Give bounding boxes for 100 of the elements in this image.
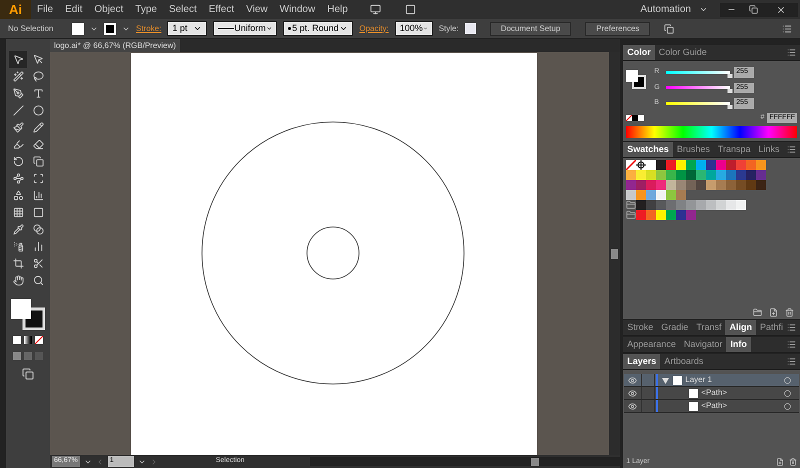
panel-tab[interactable]: Align bbox=[725, 320, 756, 335]
menu-item[interactable]: Object bbox=[88, 2, 130, 17]
vertical-scrollbar[interactable] bbox=[609, 52, 620, 455]
target-circle-icon[interactable] bbox=[784, 376, 791, 384]
document-tab[interactable]: logo.ai* @ 66,67% (RGB/Preview) bbox=[50, 39, 180, 52]
color-swatch[interactable] bbox=[736, 180, 746, 190]
color-swatch[interactable] bbox=[696, 170, 706, 180]
panel-tab[interactable]: Color bbox=[623, 45, 655, 60]
color-swatch[interactable] bbox=[716, 160, 726, 170]
color-swatch[interactable] bbox=[676, 200, 686, 210]
stroke-swatch[interactable] bbox=[104, 22, 116, 34]
stroke-weight-field[interactable]: 1 pt bbox=[167, 21, 208, 36]
panel-tab[interactable]: Gradie bbox=[657, 320, 692, 335]
color-swatch[interactable] bbox=[736, 200, 746, 210]
color-swatch[interactable] bbox=[716, 180, 726, 190]
layer-row[interactable]: Layer 1 bbox=[624, 374, 799, 387]
color-swatch[interactable] bbox=[666, 180, 676, 190]
color-swatch[interactable] bbox=[756, 160, 766, 170]
color-swatch[interactable] bbox=[646, 160, 656, 170]
new-layer-icon[interactable] bbox=[776, 458, 784, 466]
visibility-eye-icon[interactable] bbox=[628, 388, 638, 398]
registration-swatch[interactable] bbox=[636, 160, 646, 170]
fill-swatch[interactable] bbox=[72, 22, 84, 34]
target-circle-icon[interactable] bbox=[784, 390, 791, 396]
color-swatch[interactable] bbox=[626, 170, 636, 180]
color-swatch[interactable] bbox=[656, 190, 666, 200]
color-swatch[interactable] bbox=[636, 200, 646, 210]
target-circle-icon[interactable] bbox=[784, 402, 791, 410]
gradient-mode-button[interactable] bbox=[24, 336, 32, 344]
panel-menu-icon[interactable] bbox=[787, 357, 796, 366]
layer-row[interactable]: <Path> bbox=[624, 387, 799, 400]
color-swatch[interactable] bbox=[726, 160, 736, 170]
color-swatch[interactable] bbox=[686, 160, 696, 170]
color-swatch[interactable] bbox=[646, 200, 656, 210]
panel-menu-icon[interactable] bbox=[787, 323, 796, 332]
color-swatch[interactable] bbox=[696, 160, 706, 170]
color-swatch[interactable] bbox=[636, 180, 646, 190]
brush-dropdown[interactable]: 5 pt. Round bbox=[283, 21, 354, 36]
color-swatch[interactable] bbox=[676, 210, 686, 220]
opacity-field[interactable]: 100% bbox=[394, 21, 433, 36]
panel-tab[interactable]: Layers bbox=[623, 354, 660, 369]
panel-tab[interactable]: Swatches bbox=[623, 142, 673, 157]
color-swatch[interactable] bbox=[646, 180, 656, 190]
color-swatch[interactable] bbox=[686, 210, 696, 220]
menu-item[interactable]: Edit bbox=[59, 2, 88, 17]
color-swatch[interactable] bbox=[626, 180, 636, 190]
none-swatch[interactable] bbox=[626, 114, 632, 121]
layer-row[interactable]: <Path> bbox=[624, 400, 799, 413]
panel-tab[interactable]: Pathfi bbox=[756, 320, 787, 335]
trash-icon[interactable] bbox=[789, 458, 797, 466]
color-swatch[interactable] bbox=[626, 190, 636, 200]
color-swatch[interactable] bbox=[746, 180, 756, 190]
color-swatch[interactable] bbox=[656, 180, 666, 190]
folder-icon[interactable] bbox=[753, 308, 762, 317]
visibility-eye-icon[interactable] bbox=[628, 376, 638, 384]
color-swatch[interactable] bbox=[676, 180, 686, 190]
color-swatch[interactable] bbox=[746, 160, 756, 170]
toolbar-button[interactable]: Preferences bbox=[585, 22, 650, 36]
selection-arrow-tool[interactable] bbox=[9, 51, 27, 68]
color-swatch[interactable] bbox=[746, 170, 756, 180]
panel-menu-icon[interactable] bbox=[787, 340, 796, 349]
color-swatch[interactable] bbox=[706, 200, 716, 210]
color-swatch[interactable] bbox=[636, 170, 646, 180]
panel-tab[interactable]: Artboards bbox=[660, 354, 708, 369]
color-swatch[interactable] bbox=[686, 170, 696, 180]
caret-icon[interactable] bbox=[699, 5, 708, 14]
color-swatch[interactable] bbox=[666, 200, 676, 210]
panel-tab[interactable]: Navigator bbox=[680, 337, 726, 352]
color-swatch[interactable] bbox=[666, 190, 676, 200]
color-swatch[interactable] bbox=[756, 170, 766, 180]
color-swatch[interactable] bbox=[696, 180, 706, 190]
color-swatch[interactable] bbox=[636, 210, 646, 220]
color-swatch[interactable] bbox=[676, 170, 686, 180]
color-swatch[interactable] bbox=[726, 180, 736, 190]
menu-item[interactable]: File bbox=[31, 2, 60, 17]
panel-tab[interactable]: Stroke bbox=[623, 320, 658, 335]
slider-thumb[interactable] bbox=[728, 74, 733, 78]
color-swatch[interactable] bbox=[656, 170, 666, 180]
visibility-eye-icon[interactable] bbox=[628, 402, 638, 410]
panel-tab[interactable]: Appearance bbox=[623, 337, 680, 352]
none-mode-button[interactable] bbox=[35, 336, 43, 344]
panel-tab[interactable]: Transpa bbox=[714, 142, 755, 157]
panel-tab[interactable]: Color Guide bbox=[654, 45, 711, 60]
color-swatch[interactable] bbox=[636, 190, 646, 200]
stroke-label[interactable]: Stroke: bbox=[136, 22, 162, 34]
color-swatch[interactable] bbox=[676, 190, 686, 200]
swatch[interactable] bbox=[638, 114, 644, 121]
color-swatch[interactable] bbox=[676, 160, 686, 170]
slider-thumb[interactable] bbox=[728, 89, 733, 94]
color-mode-button[interactable] bbox=[13, 336, 21, 344]
panel-tab[interactable]: Info bbox=[726, 337, 751, 352]
panel-tab[interactable]: Transf bbox=[692, 320, 726, 335]
color-swatch[interactable] bbox=[696, 200, 706, 210]
expand-triangle-icon[interactable] bbox=[662, 376, 670, 384]
color-spectrum[interactable] bbox=[626, 126, 797, 138]
color-swatch[interactable] bbox=[716, 200, 726, 210]
swatch[interactable] bbox=[632, 114, 638, 121]
color-swatch[interactable] bbox=[706, 170, 716, 180]
color-swatch[interactable] bbox=[756, 180, 766, 190]
horizontal-scrollbar[interactable] bbox=[310, 457, 620, 466]
